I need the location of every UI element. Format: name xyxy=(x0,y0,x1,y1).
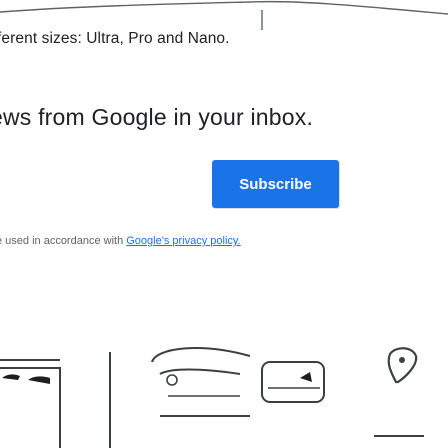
decorative-wave-art xyxy=(0,0,448,32)
disclaimer-text: e used in accordance with xyxy=(0,235,127,247)
gadgets-illustration xyxy=(0,316,448,448)
privacy-policy-link[interactable]: Google's privacy policy. xyxy=(126,235,240,247)
privacy-disclaimer: e used in accordance with Google's priva… xyxy=(0,235,241,247)
newsletter-headline: ews from Google in your inbox. xyxy=(0,104,314,130)
subscribe-button[interactable]: Subscribe xyxy=(212,160,339,208)
model-sizes-text: ferent sizes: Ultra, Pro and Nano. xyxy=(0,30,230,47)
